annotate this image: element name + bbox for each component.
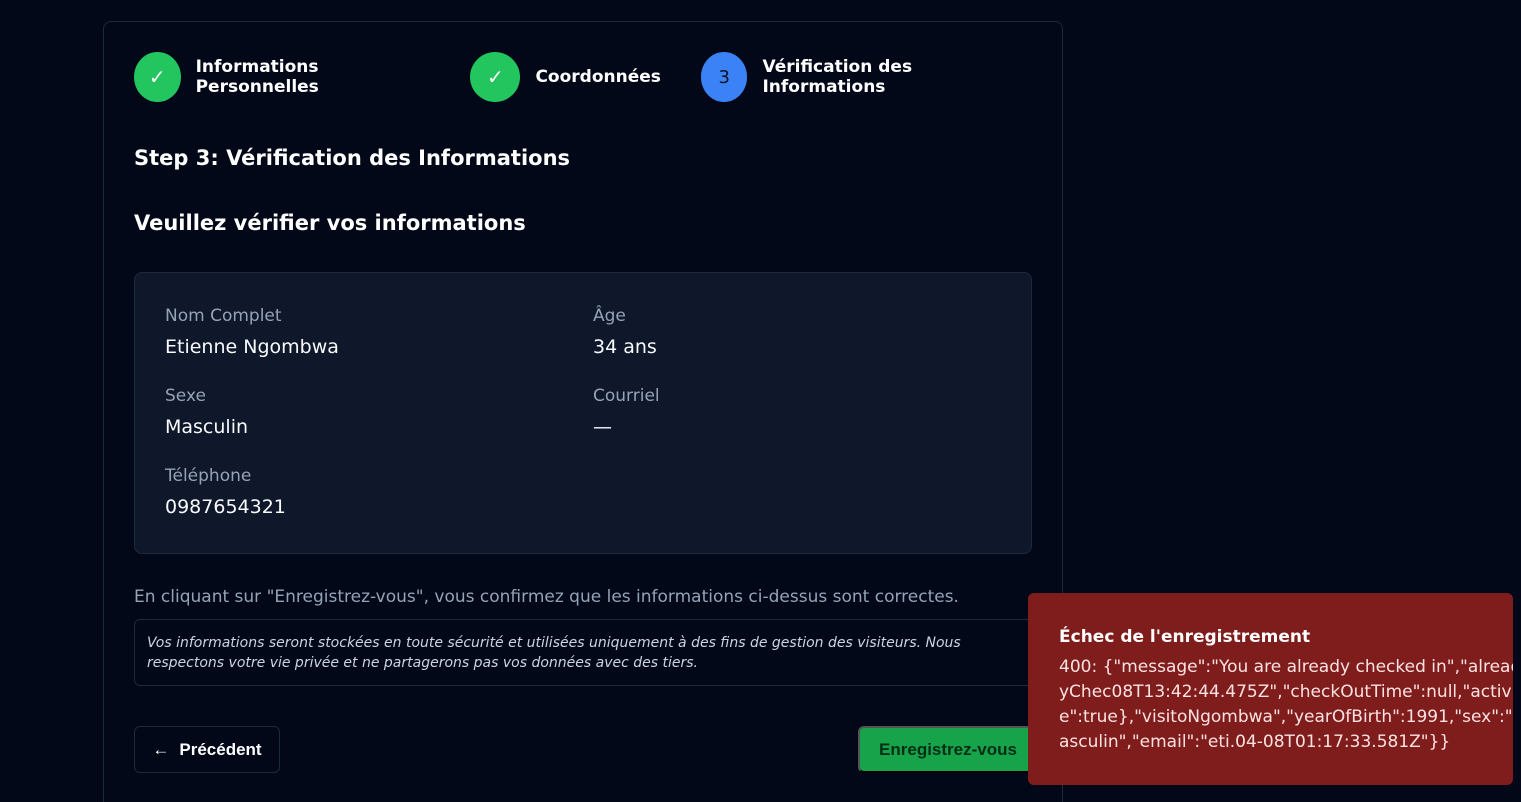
field-label: Âge [593,306,626,326]
info-summary: Nom Complet Etienne Ngombwa Âge 34 ans S… [134,272,1032,554]
step-title: Step 3: Vérification des Informations [134,146,571,170]
field-value: 34 ans [593,336,657,358]
step-label: Informations Personnelles [195,57,319,97]
step-personal-info: ✓ Informations Personnelles [134,52,430,102]
field-age: Âge 34 ans [593,306,657,358]
check-icon: ✓ [470,52,521,102]
register-button[interactable]: Enregistrez-vous [858,726,1038,773]
step-number-badge: 3 [700,52,748,102]
section-title: Veuillez vérifier vos informations [134,211,526,235]
field-value: Etienne Ngombwa [165,336,339,358]
privacy-notice: Vos informations seront stockées en tout… [134,619,1034,686]
field-sex: Sexe Masculin [165,386,248,438]
stepper: ✓ Informations Personnelles ✓ Coordonnée… [134,52,1062,102]
step-verification: 3 Vérification des Informations [700,52,1022,102]
field-value: — [593,416,612,438]
step-label: Vérification des Informations [762,57,913,97]
field-label: Nom Complet [165,306,282,326]
arrow-left-icon: ← [152,739,170,759]
step-label: Coordonnées [535,67,661,87]
page: ✓ Informations Personnelles ✓ Coordonnée… [0,0,1521,802]
field-name: Nom Complet Etienne Ngombwa [165,306,339,358]
toast-message: 400: {"message":"You are already checked… [1059,657,1513,752]
previous-button[interactable]: ← Précédent [134,726,280,773]
step-contact-info: ✓ Coordonnées [470,52,661,102]
check-icon: ✓ [134,52,181,102]
field-value: 0987654321 [165,496,286,518]
toast-title: Échec de l'enregistrement [1059,627,1311,647]
error-toast[interactable]: Échec de l'enregistrement 400: {"message… [1028,593,1513,785]
confirmation-text: En cliquant sur "Enregistrez-vous", vous… [134,587,959,607]
field-phone: Téléphone 0987654321 [165,466,286,518]
field-label: Sexe [165,386,206,406]
previous-button-label: Précédent [179,739,262,759]
field-value: Masculin [165,416,249,438]
field-label: Téléphone [165,466,252,486]
field-email: Courriel — [593,386,660,438]
field-label: Courriel [593,386,660,406]
registration-card: ✓ Informations Personnelles ✓ Coordonnée… [103,21,1063,802]
